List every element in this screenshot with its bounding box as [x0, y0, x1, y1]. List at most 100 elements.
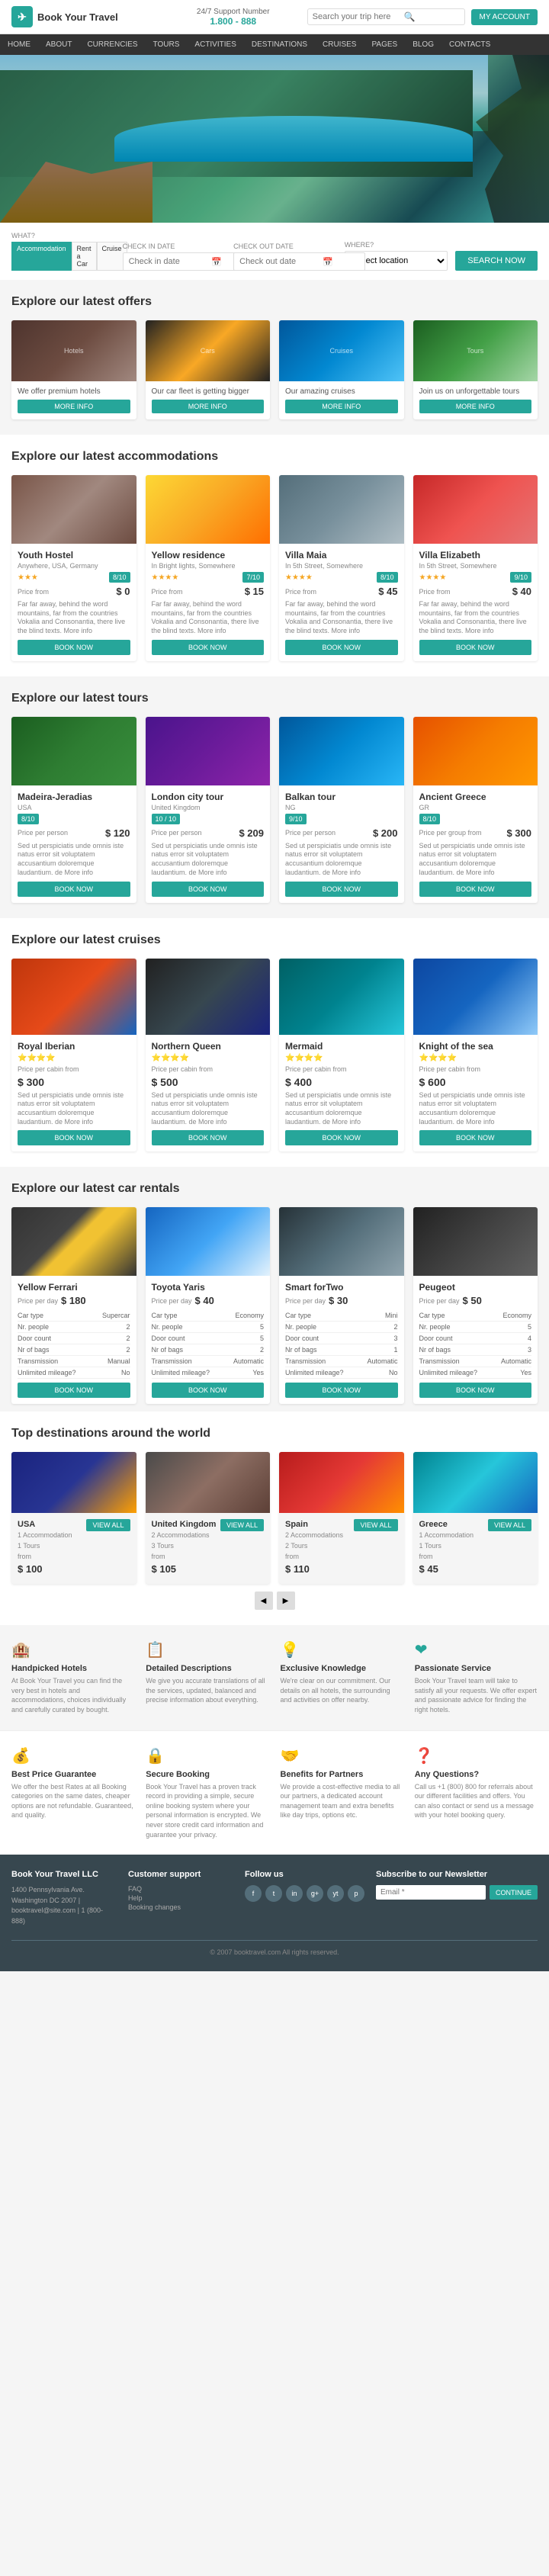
car-specs: Car typeSupercar Nr. people2 Door count2… [18, 1310, 130, 1379]
dest-name: USA [18, 1520, 35, 1529]
offer-btn[interactable]: MORE INFO [18, 400, 130, 413]
car-price-row: Price per day $ 30 [285, 1295, 398, 1306]
car-spec-row: Unlimited mileage?No [18, 1367, 130, 1379]
view-all-button[interactable]: VIEW ALL [220, 1519, 264, 1531]
dest-price: $ 110 [285, 1563, 398, 1575]
nav-pages[interactable]: PAGES [364, 34, 405, 55]
prev-button[interactable]: ◀ [255, 1592, 273, 1610]
search-input[interactable] [313, 12, 404, 21]
stars: ★★★ [18, 573, 38, 582]
book-now-button[interactable]: BOOK NOW [419, 1383, 532, 1398]
tab-rent-car[interactable]: Rent a Car [72, 242, 97, 271]
book-now-button[interactable]: BOOK NOW [18, 640, 130, 655]
dest-from-label: from [152, 1553, 265, 1560]
newsletter-submit-button[interactable]: CONTINUE [490, 1885, 538, 1900]
nav-cruises[interactable]: CRUISES [315, 34, 364, 55]
cruise-rating: ⭐⭐⭐⭐ [285, 1054, 323, 1062]
search-icon[interactable]: 🔍 [404, 11, 416, 22]
footer-link-booking[interactable]: Booking changes [128, 1903, 233, 1911]
spec-label: Nr of bags [419, 1346, 451, 1354]
nav-currencies[interactable]: CURRENCIES [79, 34, 145, 55]
view-all-button[interactable]: VIEW ALL [488, 1519, 531, 1531]
acc-body: Villa Elizabeth In 5th Street, Somewhere… [413, 544, 538, 661]
book-now-button[interactable]: BOOK NOW [285, 1383, 398, 1398]
social-links: f t in g+ yt p [245, 1885, 364, 1902]
dest-accommodations: 2 Accommodations [152, 1531, 265, 1539]
car-spec-row: Unlimited mileage?No [285, 1367, 398, 1379]
nav-tours[interactable]: TOURS [146, 34, 188, 55]
book-now-button[interactable]: BOOK NOW [285, 1130, 398, 1145]
price-icon: 💰 [11, 1746, 134, 1765]
list-item: Cars Our car fleet is getting bigger MOR… [146, 320, 271, 419]
car-rentals-title: Explore our latest car rentals [11, 1182, 538, 1196]
price-value: $ 400 [285, 1076, 398, 1088]
feature-desc: We give you accurate translations of all… [146, 1676, 268, 1705]
list-item: Knight of the sea ⭐⭐⭐⭐ Price per cabin f… [413, 959, 538, 1152]
book-now-button[interactable]: BOOK NOW [18, 1383, 130, 1398]
car-price-row: Price per day $ 180 [18, 1295, 130, 1306]
offer-title: Our car fleet is getting bigger [152, 387, 265, 396]
cruise-name: Royal Iberian [18, 1041, 130, 1052]
book-now-button[interactable]: BOOK NOW [419, 1130, 532, 1145]
car-price-val: $ 50 [463, 1295, 482, 1306]
car-name: Yellow Ferrari [18, 1282, 130, 1293]
nav-blog[interactable]: BLOG [405, 34, 441, 55]
list-item: Madeira-Jeradias USA 8/10 Price per pers… [11, 717, 136, 903]
book-now-button[interactable]: BOOK NOW [419, 640, 532, 655]
accommodations-grid: Youth Hostel Anywhere, USA, Germany ★★★ … [11, 475, 538, 661]
checkout-input[interactable] [233, 252, 365, 271]
book-now-button[interactable]: BOOK NOW [285, 882, 398, 897]
book-now-button[interactable]: BOOK NOW [152, 882, 265, 897]
book-now-button[interactable]: BOOK NOW [18, 1130, 130, 1145]
googleplus-icon[interactable]: g+ [307, 1885, 323, 1902]
spec-label: Unlimited mileage? [285, 1369, 344, 1376]
book-now-button[interactable]: BOOK NOW [419, 882, 532, 897]
list-item: Peugeot Price per day $ 50 Car typeEcono… [413, 1207, 538, 1404]
footer-link-faq[interactable]: FAQ [128, 1885, 233, 1893]
next-button[interactable]: ▶ [277, 1592, 295, 1610]
acc-rating-row: ★★★★ 9/10 [419, 572, 532, 583]
spec-label: Car type [285, 1312, 311, 1319]
facebook-icon[interactable]: f [245, 1885, 262, 1902]
pinterest-icon[interactable]: p [348, 1885, 364, 1902]
book-now-button[interactable]: BOOK NOW [285, 640, 398, 655]
nav-activities[interactable]: ACTIVITIES [187, 34, 243, 55]
search-now-button[interactable]: SEARCH NOW [455, 251, 538, 271]
footer-link-help[interactable]: Help [128, 1894, 233, 1902]
nav-home[interactable]: HOME [0, 34, 38, 55]
spec-value: Economy [235, 1312, 264, 1319]
newsletter-email-input[interactable] [376, 1885, 486, 1900]
my-account-button[interactable]: MY ACCOUNT [471, 9, 538, 25]
feature-desc: We're clear on our commitment. Our detai… [281, 1676, 403, 1705]
dest-price: $ 105 [152, 1563, 265, 1575]
cruise-image [279, 959, 404, 1035]
cruise-rating: ⭐⭐⭐⭐ [419, 1054, 458, 1062]
price-value: $ 0 [116, 586, 130, 597]
feature-title: Passionate Service [415, 1664, 538, 1673]
price-label: Price from [419, 588, 451, 596]
car-spec-row: Car typeMini [285, 1310, 398, 1322]
tour-desc: Sed ut perspiciatis unde omnis iste natu… [152, 842, 265, 878]
linkedin-icon[interactable]: in [286, 1885, 303, 1902]
youtube-icon[interactable]: yt [327, 1885, 344, 1902]
spec-value: Automatic [367, 1357, 397, 1365]
offer-btn[interactable]: MORE INFO [419, 400, 532, 413]
view-all-button[interactable]: VIEW ALL [354, 1519, 397, 1531]
list-item: Villa Elizabeth In 5th Street, Somewhere… [413, 475, 538, 661]
tab-accommodation[interactable]: Accommodation [11, 242, 72, 271]
book-now-button[interactable]: BOOK NOW [18, 882, 130, 897]
offer-btn[interactable]: MORE INFO [285, 400, 398, 413]
view-all-button[interactable]: VIEW ALL [86, 1519, 130, 1531]
book-now-button[interactable]: BOOK NOW [152, 640, 265, 655]
acc-desc: Far far away, behind the word mountains,… [152, 600, 265, 636]
acc-name: Yellow residence [152, 550, 265, 560]
book-now-button[interactable]: BOOK NOW [152, 1383, 265, 1398]
nav-destinations[interactable]: DESTINATIONS [244, 34, 315, 55]
nav-about[interactable]: ABOUT [38, 34, 79, 55]
offer-btn[interactable]: MORE INFO [152, 400, 265, 413]
checkout-group: Check out date 📅 [233, 243, 337, 271]
nav-contacts[interactable]: CONTACTS [441, 34, 498, 55]
twitter-icon[interactable]: t [265, 1885, 282, 1902]
book-now-button[interactable]: BOOK NOW [152, 1130, 265, 1145]
price-value: $ 500 [152, 1076, 265, 1088]
